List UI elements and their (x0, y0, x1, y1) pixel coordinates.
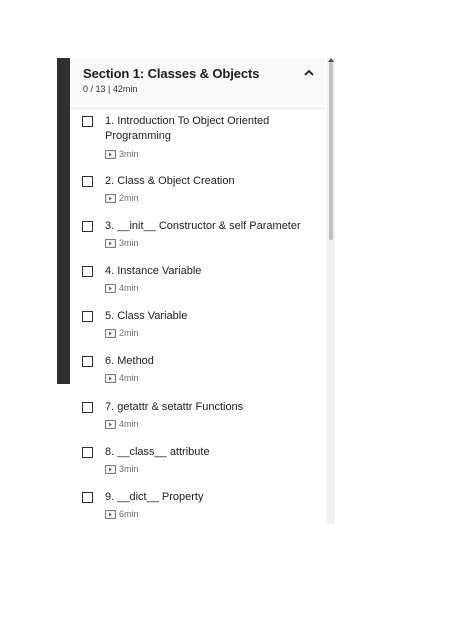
lecture-duration: 3min (119, 464, 139, 474)
lecture-meta: 4min (105, 283, 139, 293)
lecture-duration: 2min (119, 328, 139, 338)
course-content-panel: Section 1: Classes & Objects 0 / 13 | 42… (70, 58, 326, 524)
scrollbar-thumb[interactable] (329, 62, 333, 240)
video-play-icon (105, 373, 116, 383)
lecture-duration: 2min (119, 193, 139, 203)
lecture-title[interactable]: 1. Introduction To Object Oriented Progr… (105, 114, 305, 144)
chevron-up-icon[interactable] (302, 66, 316, 80)
lecture-title[interactable]: 6. Method (105, 354, 305, 369)
video-play-icon (105, 419, 116, 429)
lecture-title[interactable]: 4. Instance Variable (105, 264, 305, 279)
lecture-meta: 3min (105, 149, 139, 159)
lecture-checkbox[interactable] (82, 447, 93, 458)
video-play-icon (105, 238, 116, 248)
lecture-meta: 3min (105, 464, 139, 474)
lecture-meta: 3min (105, 238, 139, 248)
video-play-icon (105, 464, 116, 474)
lecture-checkbox[interactable] (82, 356, 93, 367)
lecture-checkbox[interactable] (82, 266, 93, 277)
lecture-duration: 3min (119, 238, 139, 248)
lecture-checkbox[interactable] (82, 221, 93, 232)
video-play-icon (105, 283, 116, 293)
section-progress-duration: 0 / 13 | 42min (83, 84, 138, 94)
lecture-meta: 2min (105, 328, 139, 338)
video-play-icon (105, 149, 116, 159)
lecture-title[interactable]: 9. __dict__ Property (105, 490, 305, 505)
lecture-meta: 2min (105, 193, 139, 203)
lecture-checkbox[interactable] (82, 176, 93, 187)
lecture-checkbox[interactable] (82, 492, 93, 503)
lecture-checkbox[interactable] (82, 402, 93, 413)
lecture-title[interactable]: 2. Class & Object Creation (105, 174, 305, 189)
lecture-checkbox[interactable] (82, 116, 93, 127)
lecture-duration: 4min (119, 373, 139, 383)
lecture-meta: 4min (105, 419, 139, 429)
lecture-meta: 4min (105, 373, 139, 383)
lecture-duration: 4min (119, 283, 139, 293)
video-play-icon (105, 509, 116, 519)
lecture-duration: 3min (119, 149, 139, 159)
sidebar-dark-strip (57, 58, 70, 384)
lecture-duration: 4min (119, 419, 139, 429)
lecture-title[interactable]: 7. getattr & setattr Functions (105, 400, 305, 415)
lecture-meta: 6min (105, 509, 139, 519)
video-play-icon (105, 328, 116, 338)
section-header[interactable]: Section 1: Classes & Objects 0 / 13 | 42… (70, 58, 326, 109)
lecture-title[interactable]: 8. __class__ attribute (105, 445, 305, 460)
section-title: Section 1: Classes & Objects (83, 66, 260, 81)
video-play-icon (105, 193, 116, 203)
lecture-checkbox[interactable] (82, 311, 93, 322)
lecture-title[interactable]: 5. Class Variable (105, 309, 305, 324)
lecture-duration: 6min (119, 509, 139, 519)
lecture-title[interactable]: 3. __init__ Constructor & self Parameter (105, 219, 305, 234)
